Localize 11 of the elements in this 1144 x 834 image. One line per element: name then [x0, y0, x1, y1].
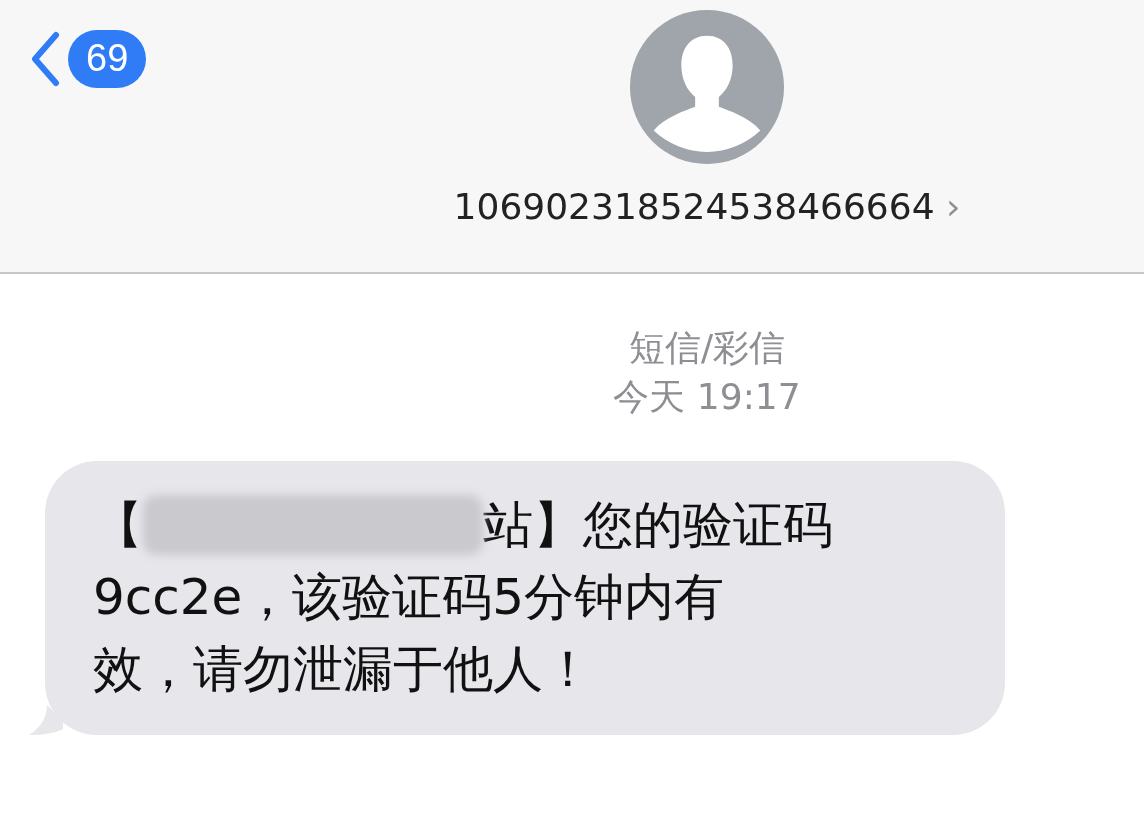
- message-text: 【: [93, 495, 143, 557]
- message-text: 站】您的验证码: [483, 495, 833, 557]
- unread-count-badge: 69: [68, 30, 147, 88]
- back-button[interactable]: 69: [30, 30, 147, 88]
- back-chevron-icon: [30, 30, 60, 87]
- contact-number-button[interactable]: 106902318524538466664 ›: [453, 186, 961, 227]
- message-text: 9cc2e，该验证码5分钟内有: [93, 567, 726, 629]
- timestamp: 今天 19:17: [613, 374, 801, 419]
- message-text: 效，请勿泄漏于他人！: [93, 639, 594, 701]
- avatar-silhouette-icon[interactable]: [628, 8, 786, 166]
- service-label: 短信/彩信: [628, 326, 786, 370]
